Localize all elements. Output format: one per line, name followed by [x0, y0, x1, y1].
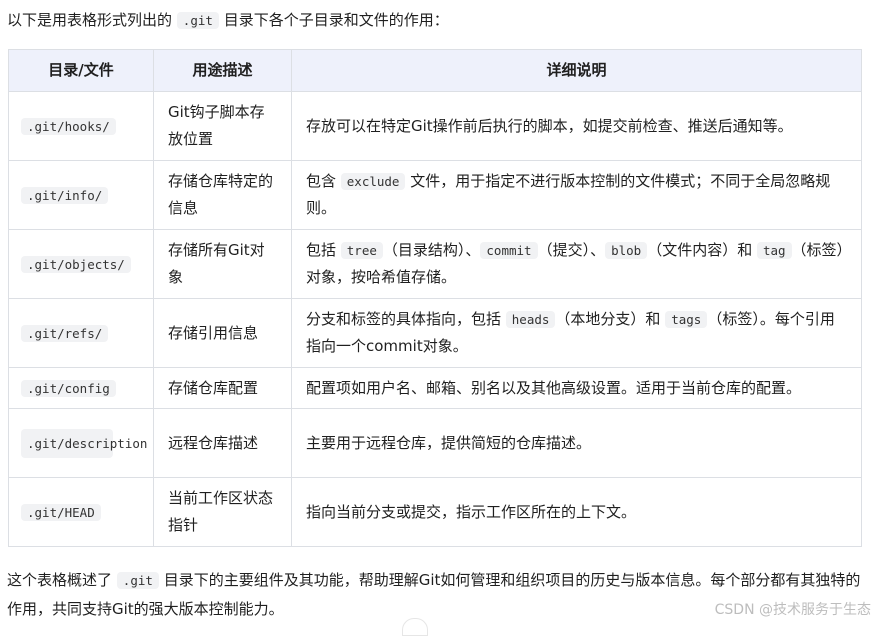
csdn-watermark: CSDN @技术服务于生态 — [714, 602, 871, 618]
detail-text: 分支和标签的具体指向，包括 — [306, 310, 506, 328]
path-code: .git/HEAD — [21, 503, 101, 521]
table-row: .git/HEAD 当前工作区状态指针 指向当前分支或提交，指示工作区所在的上下文。 — [8, 477, 862, 547]
path-code: .git/info/ — [21, 186, 109, 204]
intro-inline-code: .git — [176, 12, 219, 29]
detail-text: 指向当前分支或提交，指示工作区所在的上下文。 — [306, 502, 637, 521]
detail-inline-code: exclude — [340, 173, 406, 190]
path-code: .git/config — [21, 379, 116, 397]
purpose-cell: 存储仓库特定的信息 — [153, 160, 292, 230]
purpose-cell: 远程仓库描述 — [153, 408, 292, 478]
scroll-top-button[interactable] — [402, 618, 428, 636]
detail-text: 配置项如用户名、邮箱、别名以及其他高级设置。适用于当前仓库的配置。 — [306, 378, 802, 397]
detail-cell: 包含 exclude 文件，用于指定不进行版本控制的文件模式；不同于全局忽略规则… — [291, 160, 862, 230]
table-row: .git/description 远程仓库描述 主要用于远程仓库，提供简短的仓库描述… — [8, 408, 862, 478]
table-row: .git/hooks/Git钩子脚本存放位置 存放可以在特定Git操作前后执行的脚… — [8, 91, 862, 161]
purpose-cell: 存储仓库配置 — [153, 367, 292, 409]
detail-cell: 主要用于远程仓库，提供简短的仓库描述。 — [291, 408, 862, 478]
summary-inline-code: .git — [116, 572, 159, 589]
path-cell: .git/objects/ — [8, 229, 154, 299]
intro-text-before: 以下是用表格形式列出的 — [7, 11, 173, 29]
table-row: .git/config 存储仓库配置 配置项如用户名、邮箱、别名以及其他高级设置。适… — [8, 367, 862, 409]
detail-text: （文件内容）和 — [647, 241, 757, 259]
path-cell: .git/refs/ — [8, 298, 154, 368]
detail-cell: 存放可以在特定Git操作前后执行的脚本，如提交前检查、推送后通知等。 — [291, 91, 862, 161]
detail-text: 包含 — [306, 172, 341, 190]
table-row: .git/refs/存储引用信息 分支和标签的具体指向，包括 heads （本地分支… — [8, 298, 862, 368]
purpose-cell: 存储引用信息 — [153, 298, 292, 368]
path-cell: .git/description — [8, 408, 154, 478]
purpose-cell: 当前工作区状态指针 — [153, 477, 292, 547]
detail-text: （本地分支）和 — [555, 310, 666, 328]
git-directory-table: 目录/文件 用途描述 详细说明 .git/hooks/Git钩子脚本存放位置 存放… — [8, 49, 862, 547]
detail-inline-code: heads — [505, 311, 556, 328]
header-detail: 详细说明 — [291, 49, 862, 92]
intro-paragraph: 以下是用表格形式列出的 .git 目录下各个子目录和文件的作用： — [7, 8, 449, 33]
path-cell: .git/hooks/ — [8, 91, 154, 161]
detail-cell: 包括 tree （目录结构）、 commit （提交）、 blob （文件内容）和 tag… — [291, 229, 862, 299]
detail-cell: 指向当前分支或提交，指示工作区所在的上下文。 — [291, 477, 862, 547]
detail-inline-code: blob — [605, 242, 648, 259]
purpose-cell: Git钩子脚本存放位置 — [153, 91, 292, 161]
detail-cell: 配置项如用户名、邮箱、别名以及其他高级设置。适用于当前仓库的配置。 — [291, 367, 862, 409]
path-code: .git/refs/ — [21, 324, 109, 342]
header-path: 目录/文件 — [8, 49, 154, 92]
path-cell: .git/info/ — [8, 160, 154, 230]
summary-text-before: 这个表格概述了 — [7, 571, 113, 589]
table-header-row: 目录/文件 用途描述 详细说明 — [8, 49, 862, 92]
header-purpose: 用途描述 — [153, 49, 292, 92]
detail-inline-code: tree — [340, 242, 383, 259]
path-code: .git/objects/ — [21, 255, 131, 273]
detail-text: （目录结构）、 — [382, 241, 481, 259]
intro-text-after: 目录下各个子目录和文件的作用： — [223, 11, 449, 29]
detail-inline-code: commit — [480, 242, 538, 259]
detail-cell: 分支和标签的具体指向，包括 heads （本地分支）和 tags （标签）。每个引用… — [291, 298, 862, 368]
detail-inline-code: tag — [756, 242, 792, 259]
path-code: .git/hooks/ — [21, 117, 116, 135]
path-cell: .git/HEAD — [8, 477, 154, 547]
table-row: .git/info/存储仓库特定的信息 包含 exclude 文件，用于指定不进行… — [8, 160, 862, 230]
detail-inline-code: tags — [665, 311, 708, 328]
detail-text: 包括 — [306, 241, 341, 259]
detail-text: （提交）、 — [537, 241, 606, 259]
detail-text: 主要用于远程仓库，提供简短的仓库描述。 — [306, 433, 592, 452]
detail-text: 存放可以在特定Git操作前后执行的脚本，如提交前检查、推送后通知等。 — [306, 116, 793, 135]
path-code: .git/description — [21, 428, 147, 458]
path-cell: .git/config — [8, 367, 154, 409]
table-row: .git/objects/存储所有Git对象 包括 tree （目录结构）、 comm… — [8, 229, 862, 299]
purpose-cell: 存储所有Git对象 — [153, 229, 292, 299]
